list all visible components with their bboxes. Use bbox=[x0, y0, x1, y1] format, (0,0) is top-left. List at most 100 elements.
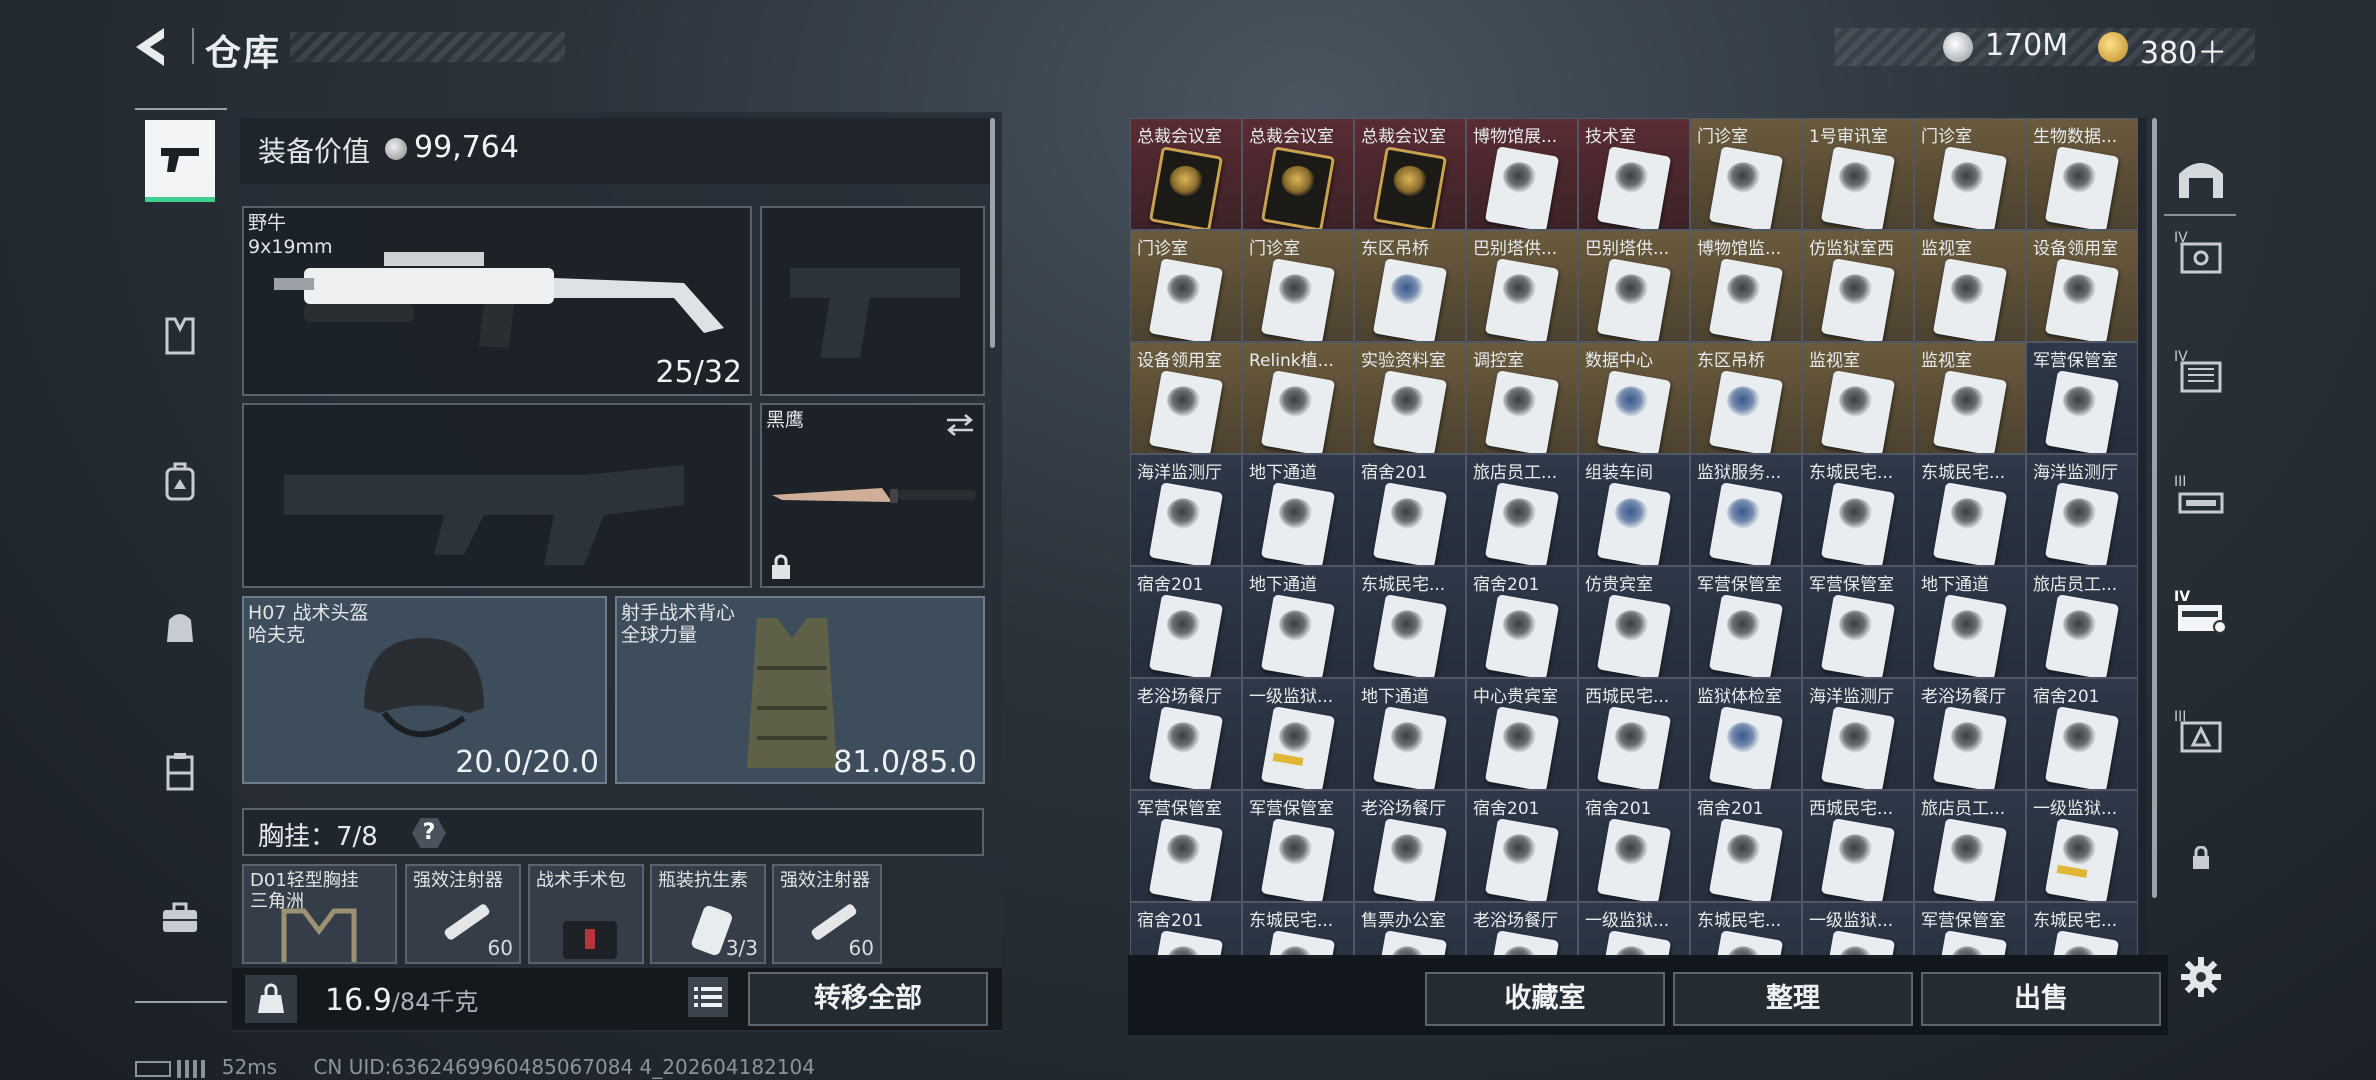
helmet-slot[interactable]: H07 战术头盔 哈夫克 20.0/20.0 bbox=[242, 596, 607, 784]
weight-button[interactable] bbox=[245, 975, 297, 1023]
stash-cell[interactable]: 老浴场餐厅 bbox=[1466, 902, 1578, 958]
stash-cell[interactable]: 旅店员工... bbox=[2026, 566, 2138, 678]
stash-cell[interactable]: 地下通道 bbox=[1242, 566, 1354, 678]
primary-weapon-slot[interactable]: 野牛 9x19mm 25/32 bbox=[242, 206, 752, 396]
stash-cell[interactable]: 军营保管室 bbox=[2026, 342, 2138, 454]
stash-cell[interactable]: 生物数据... bbox=[2026, 118, 2138, 230]
stash-cell[interactable]: 巴别塔供... bbox=[1466, 230, 1578, 342]
stash-cell[interactable]: 宿舍201 bbox=[1130, 566, 1242, 678]
stash-cell[interactable]: 宿舍201 bbox=[2026, 678, 2138, 790]
rig-item-0[interactable]: D01轻型胸挂 三角洲 bbox=[242, 864, 397, 964]
stash-cell[interactable]: 技术室 bbox=[1578, 118, 1690, 230]
stash-cell[interactable]: 海洋监测厅 bbox=[1130, 454, 1242, 566]
stash-cell[interactable]: 数据中心 bbox=[1578, 342, 1690, 454]
stash-cell[interactable]: 老浴场餐厅 bbox=[1354, 790, 1466, 902]
stash-cell[interactable]: 监视室 bbox=[1802, 342, 1914, 454]
stash-cell[interactable]: Relink植... bbox=[1242, 342, 1354, 454]
secondary-weapon-slot-empty[interactable] bbox=[242, 403, 752, 588]
stash-cell[interactable]: 东城民宅... bbox=[2026, 902, 2138, 958]
stash-tab-main[interactable] bbox=[2168, 148, 2234, 208]
stash-cell[interactable]: 监狱服务... bbox=[1690, 454, 1802, 566]
stash-cell[interactable]: 组装车间 bbox=[1578, 454, 1690, 566]
stash-cell[interactable]: 西城民宅... bbox=[1578, 678, 1690, 790]
stash-cell[interactable]: 实验资料室 bbox=[1354, 342, 1466, 454]
back-button[interactable] bbox=[130, 24, 182, 70]
stash-tab-locked[interactable] bbox=[2168, 828, 2234, 888]
rig-item-1[interactable]: 强效注射器 60 bbox=[405, 864, 521, 964]
stash-cell[interactable]: 总裁会议室 bbox=[1354, 118, 1466, 230]
stash-cell[interactable]: 军营保管室 bbox=[1242, 790, 1354, 902]
stash-cell[interactable]: 仿贵宾室 bbox=[1578, 566, 1690, 678]
stash-cell[interactable]: 旅店员工... bbox=[1466, 454, 1578, 566]
stash-cell[interactable]: 地下通道 bbox=[1914, 566, 2026, 678]
settings-button[interactable] bbox=[2168, 947, 2234, 1007]
stash-cell[interactable]: 调控室 bbox=[1466, 342, 1578, 454]
stash-tab-3[interactable]: III bbox=[2168, 470, 2234, 530]
collection-room-button[interactable]: 收藏室 bbox=[1425, 972, 1665, 1026]
sell-button[interactable]: 出售 bbox=[1921, 972, 2161, 1026]
stash-cell[interactable]: 一级监狱... bbox=[1578, 902, 1690, 958]
stash-cell[interactable]: 海洋监测厅 bbox=[1802, 678, 1914, 790]
stash-cell[interactable]: 宿舍201 bbox=[1690, 790, 1802, 902]
stash-cell[interactable]: 西城民宅... bbox=[1802, 790, 1914, 902]
stash-scrollbar[interactable] bbox=[2152, 118, 2157, 898]
nav-weapons[interactable] bbox=[145, 120, 215, 202]
stash-cell[interactable]: 总裁会议室 bbox=[1242, 118, 1354, 230]
stash-cell[interactable]: 博物馆监... bbox=[1690, 230, 1802, 342]
stash-cell[interactable]: 门诊室 bbox=[1130, 230, 1242, 342]
stash-cell[interactable]: 设备领用室 bbox=[2026, 230, 2138, 342]
nav-pouch[interactable] bbox=[145, 591, 215, 661]
stash-cell[interactable]: 军营保管室 bbox=[1130, 790, 1242, 902]
stash-cell[interactable]: 海洋监测厅 bbox=[2026, 454, 2138, 566]
stash-cell[interactable]: 东区吊桥 bbox=[1690, 342, 1802, 454]
nav-backpack[interactable] bbox=[145, 446, 215, 516]
rig-item-4[interactable]: 强效注射器 60 bbox=[772, 864, 882, 964]
pistol-slot-empty[interactable] bbox=[760, 206, 985, 396]
stash-cell[interactable]: 东城民宅... bbox=[1914, 454, 2026, 566]
stash-cell[interactable]: 售票办公室 bbox=[1354, 902, 1466, 958]
stash-cell[interactable]: 门诊室 bbox=[1242, 230, 1354, 342]
stash-cell[interactable]: 地下通道 bbox=[1354, 678, 1466, 790]
stash-cell[interactable]: 东城民宅... bbox=[1242, 902, 1354, 958]
stash-cell[interactable]: 仿监狱室西 bbox=[1802, 230, 1914, 342]
rig-item-3[interactable]: 瓶装抗生素 3/3 bbox=[650, 864, 766, 964]
stash-cell[interactable]: 宿舍201 bbox=[1466, 566, 1578, 678]
stash-cell[interactable]: 东城民宅... bbox=[1354, 566, 1466, 678]
stash-cell[interactable]: 一级监狱... bbox=[2026, 790, 2138, 902]
stash-cell[interactable]: 总裁会议室 bbox=[1130, 118, 1242, 230]
currency-gold-value[interactable]: 380＋ bbox=[2140, 28, 2227, 72]
stash-cell[interactable]: 宿舍201 bbox=[1578, 790, 1690, 902]
stash-cell[interactable]: 老浴场餐厅 bbox=[1914, 678, 2026, 790]
nav-rig[interactable] bbox=[145, 301, 215, 371]
stash-tab-5[interactable]: III bbox=[2168, 705, 2234, 765]
stash-cell[interactable]: 东区吊桥 bbox=[1354, 230, 1466, 342]
swap-icon[interactable] bbox=[945, 413, 975, 437]
list-view-button[interactable] bbox=[688, 977, 728, 1017]
melee-slot[interactable]: 黑鹰 bbox=[760, 403, 985, 588]
stash-cell[interactable]: 一级监狱... bbox=[1802, 902, 1914, 958]
rig-item-2[interactable]: 战术手术包 bbox=[528, 864, 644, 964]
stash-cell[interactable]: 设备领用室 bbox=[1130, 342, 1242, 454]
stash-cell[interactable]: 东城民宅... bbox=[1690, 902, 1802, 958]
stash-cell[interactable]: 军营保管室 bbox=[1802, 566, 1914, 678]
stash-cell[interactable]: 宿舍201 bbox=[1354, 454, 1466, 566]
stash-cell[interactable]: 宿舍201 bbox=[1466, 790, 1578, 902]
stash-cell[interactable]: 巴别塔供... bbox=[1578, 230, 1690, 342]
stash-cell[interactable]: 中心贵宾室 bbox=[1466, 678, 1578, 790]
transfer-all-button[interactable]: 转移全部 bbox=[748, 972, 988, 1026]
stash-cell[interactable]: 博物馆展... bbox=[1466, 118, 1578, 230]
stash-cell[interactable]: 地下通道 bbox=[1242, 454, 1354, 566]
stash-cell[interactable]: 宿舍201 bbox=[1130, 902, 1242, 958]
stash-cell[interactable]: 监视室 bbox=[1914, 342, 2026, 454]
stash-cell[interactable]: 军营保管室 bbox=[1690, 566, 1802, 678]
equipment-scrollbar[interactable] bbox=[990, 118, 995, 348]
stash-cell[interactable]: 监狱体检室 bbox=[1690, 678, 1802, 790]
stash-cell[interactable]: 一级监狱... bbox=[1242, 678, 1354, 790]
stash-tab-1[interactable]: IV bbox=[2168, 226, 2234, 286]
stash-cell[interactable]: 门诊室 bbox=[1914, 118, 2026, 230]
nav-case[interactable] bbox=[145, 883, 215, 953]
stash-cell[interactable]: 军营保管室 bbox=[1914, 902, 2026, 958]
stash-cell[interactable]: 东城民宅... bbox=[1802, 454, 1914, 566]
stash-cell[interactable]: 老浴场餐厅 bbox=[1130, 678, 1242, 790]
armor-slot[interactable]: 射手战术背心 全球力量 81.0/85.0 bbox=[615, 596, 985, 784]
